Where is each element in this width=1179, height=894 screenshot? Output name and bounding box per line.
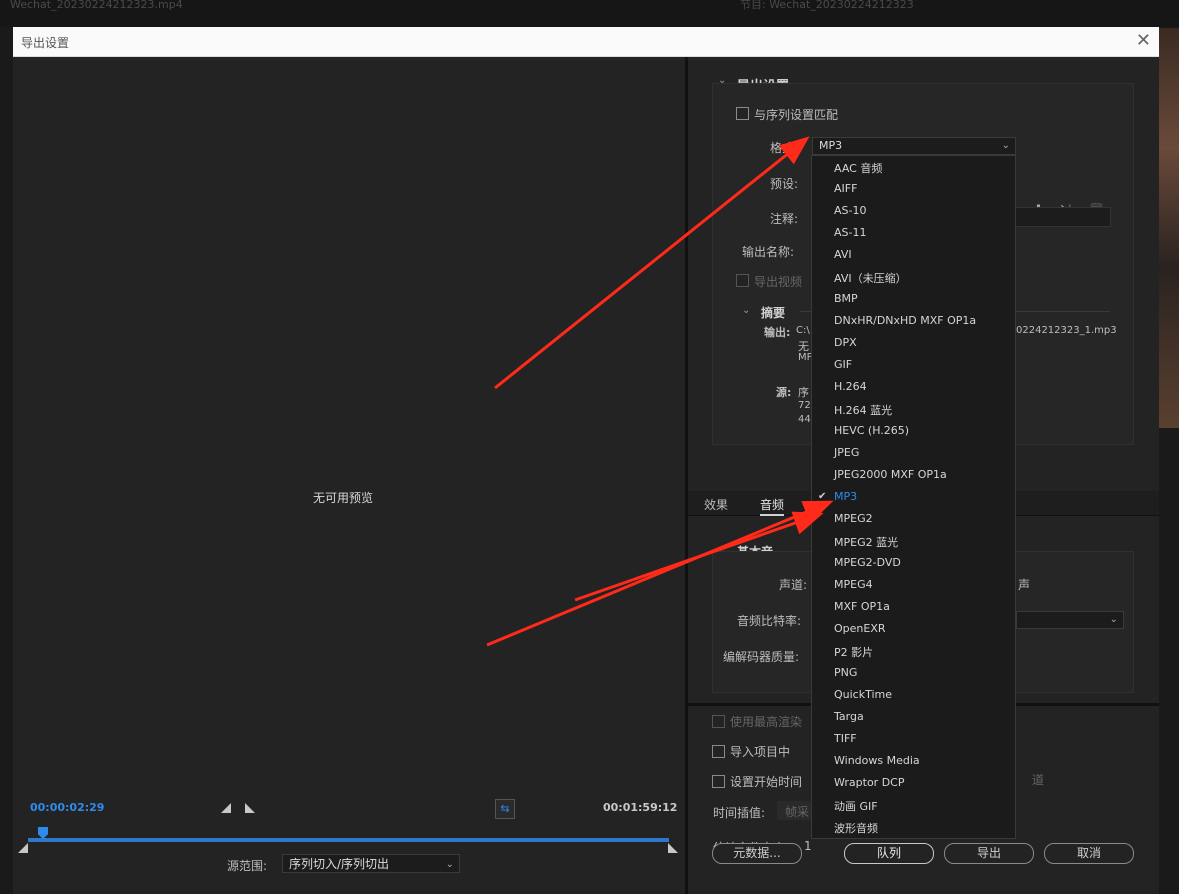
no-preview-text: 无可用预览 xyxy=(313,491,374,505)
channel-value-tail: 声 xyxy=(1018,578,1031,592)
channel-label: 声道: xyxy=(779,578,808,592)
format-option[interactable]: AAC 音频 xyxy=(834,160,882,176)
output-name-label: 输出名称: xyxy=(742,245,795,259)
format-option[interactable]: AVI（未压缩） xyxy=(834,270,907,286)
set-start-time-label: 设置开始时间 xyxy=(730,775,803,789)
comment-label: 注释: xyxy=(770,212,799,226)
format-option[interactable]: P2 影片 xyxy=(834,644,873,660)
metadata-button[interactable]: 元数据... xyxy=(712,843,802,864)
set-start-time-checkbox[interactable] xyxy=(712,775,725,788)
background-tab-source: Wechat_20230224212323.mp4 xyxy=(10,0,183,11)
current-timecode[interactable]: 00:00:02:29 xyxy=(30,801,104,814)
time-interp-label: 时间插值: xyxy=(713,806,766,820)
chevron-down-icon: ⌄ xyxy=(445,859,454,870)
export-video-label: 导出视频 xyxy=(754,275,803,289)
format-option[interactable]: AS-10 xyxy=(834,204,866,217)
preview-pane: 无可用预览 00:00:02:29 00:01:59:12 ⇆ 源范围: 序列切… xyxy=(13,57,685,894)
background-tab-program: 节目: Wechat_20230224212323 xyxy=(740,0,914,11)
format-option[interactable]: Windows Media xyxy=(834,754,920,767)
dialog-titlebar: 导出设置 ✕ xyxy=(13,27,1159,57)
source-summary-label: 源: xyxy=(776,386,792,399)
bitrate-select[interactable]: ⌄ xyxy=(1016,611,1124,629)
source-range-select[interactable]: 序列切入/序列切出 ⌄ xyxy=(282,854,460,873)
max-render-checkbox[interactable] xyxy=(712,715,725,728)
format-option[interactable]: HEVC (H.265) xyxy=(834,424,909,437)
mark-out-icon xyxy=(245,803,255,813)
format-option[interactable]: MPEG2-DVD xyxy=(834,556,901,569)
format-select[interactable]: MP3 ⌄ xyxy=(812,137,1016,155)
format-option[interactable]: MPEG2 xyxy=(834,512,873,525)
preset-label: 预设: xyxy=(770,177,799,191)
checkmark-icon: ✔ xyxy=(818,491,827,502)
tab-audio[interactable]: 音频 xyxy=(760,496,785,516)
mark-in-out-icons[interactable] xyxy=(221,801,261,815)
import-project-label: 导入项目中 xyxy=(730,745,791,759)
format-option[interactable]: AVI xyxy=(834,248,852,261)
format-option[interactable]: JPEG2000 MXF OP1a xyxy=(834,468,947,481)
format-option[interactable]: PNG xyxy=(834,666,857,679)
chevron-down-icon: ⌄ xyxy=(1001,140,1010,151)
format-option[interactable]: MP3 xyxy=(834,490,857,503)
background-left-edge xyxy=(0,430,13,894)
format-option[interactable]: GIF xyxy=(834,358,852,371)
format-option[interactable]: 波形音频 xyxy=(834,820,878,836)
duration-timecode: 00:01:59:12 xyxy=(603,801,678,814)
output-path-start: C:\ xyxy=(796,325,810,336)
match-sequence-label: 与序列设置匹配 xyxy=(754,108,839,122)
import-project-checkbox[interactable] xyxy=(712,745,725,758)
source-summary-line1: 序 xyxy=(798,386,809,399)
format-label: 格式: xyxy=(770,141,799,155)
output-summary-label: 输出: xyxy=(764,326,791,339)
format-option[interactable]: MPEG4 xyxy=(834,578,873,591)
chevron-down-icon: ⌄ xyxy=(1109,614,1118,625)
format-option[interactable]: Targa xyxy=(834,710,864,723)
format-option[interactable]: TIFF xyxy=(834,732,857,745)
time-interp-value: 帧采 xyxy=(785,805,810,819)
format-option[interactable]: Wraptor DCP xyxy=(834,776,904,789)
format-option[interactable]: AS-11 xyxy=(834,226,866,239)
format-option[interactable]: DNxHR/DNxHD MXF OP1a xyxy=(834,314,976,327)
format-option[interactable]: H.264 蓝光 xyxy=(834,402,892,418)
format-option[interactable]: 动画 GIF xyxy=(834,798,878,814)
format-dropdown-list: AAC 音频 AIFF AS-10 AS-11 AVI AVI（未压缩） BMP DNxHR/… xyxy=(811,155,1016,839)
range-start-icon[interactable] xyxy=(18,843,30,853)
background-video-frame xyxy=(1159,28,1179,428)
match-sequence-checkbox[interactable] xyxy=(736,107,749,120)
format-option[interactable]: BMP xyxy=(834,292,858,305)
cancel-button[interactable]: 取消 xyxy=(1044,843,1134,864)
summary-title: 摘要 xyxy=(761,306,786,320)
mark-in-icon xyxy=(221,803,231,813)
format-option[interactable]: H.264 xyxy=(834,380,867,393)
bitrate-label: 音频比特率: xyxy=(737,614,802,628)
collapse-summary-icon[interactable]: ⌄ xyxy=(742,305,750,316)
timeline-bar[interactable] xyxy=(28,838,669,842)
format-option[interactable]: OpenEXR xyxy=(834,622,886,635)
format-option[interactable]: JPEG xyxy=(834,446,859,459)
format-option[interactable]: AIFF xyxy=(834,182,857,195)
format-value: MP3 xyxy=(819,139,843,152)
max-render-label: 使用最高渲染 xyxy=(730,715,803,729)
source-range-value: 序列切入/序列切出 xyxy=(289,857,390,871)
fit-frame-icon[interactable]: ⇆ xyxy=(495,799,515,819)
output-path-end: 0224212323_1.mp3 xyxy=(1016,325,1117,336)
source-range-label: 源范围: xyxy=(227,859,268,873)
format-option[interactable]: DPX xyxy=(834,336,857,349)
channel-option-tail: 道 xyxy=(1032,773,1045,787)
format-option[interactable]: MXF OP1a xyxy=(834,600,890,613)
est-size-value: 1 xyxy=(804,839,812,853)
close-icon[interactable]: ✕ xyxy=(1136,30,1151,51)
queue-button[interactable]: 队列 xyxy=(844,843,934,864)
format-option[interactable]: QuickTime xyxy=(834,688,892,701)
export-button[interactable]: 导出 xyxy=(944,843,1034,864)
tab-effects[interactable]: 效果 xyxy=(704,496,728,513)
format-option[interactable]: MPEG2 蓝光 xyxy=(834,534,898,550)
codec-quality-label: 编解码器质量: xyxy=(723,650,800,664)
background-app-strip: Wechat_20230224212323.mp4 节目: Wechat_202… xyxy=(0,0,1179,27)
export-video-checkbox[interactable] xyxy=(736,274,749,287)
range-end-icon[interactable] xyxy=(668,843,680,853)
dialog-title: 导出设置 xyxy=(21,36,70,50)
